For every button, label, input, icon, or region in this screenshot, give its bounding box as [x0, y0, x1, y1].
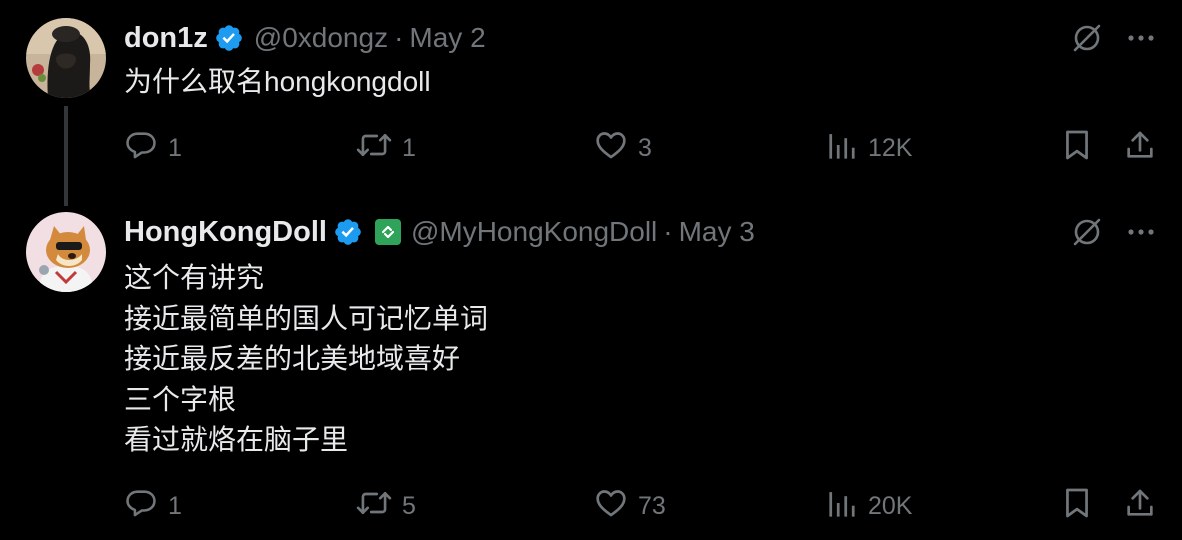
like-icon [594, 486, 628, 527]
share-icon [1124, 128, 1156, 169]
reply-button[interactable]: 1 [124, 486, 182, 526]
retweet-icon [356, 486, 392, 527]
separator: · [394, 22, 404, 53]
avatar[interactable] [26, 18, 106, 98]
more-icon[interactable] [1126, 217, 1156, 247]
affiliate-badge-icon[interactable] [374, 219, 401, 245]
tweet-text-line: 看过就烙在脑子里 [124, 424, 349, 455]
like-button[interactable]: 73 [594, 486, 666, 526]
separator: · [663, 216, 673, 247]
bookmark-button[interactable] [1062, 486, 1092, 526]
bookmark-icon [1062, 128, 1092, 169]
tweet-text-line: 三个字根 [124, 383, 237, 415]
retweet-count: 1 [402, 133, 416, 162]
bookmark-icon [1062, 486, 1092, 527]
views-icon [828, 128, 858, 169]
avatar[interactable] [26, 212, 106, 292]
grok-icon[interactable] [1070, 21, 1104, 55]
reply-count: 1 [168, 133, 182, 162]
tweet-date[interactable]: May 3 [679, 216, 755, 248]
tweet-date[interactable]: May 2 [409, 22, 485, 54]
retweet-button[interactable]: 1 [356, 128, 416, 168]
tweet-header: don1z @0xdongz · May 2 [124, 18, 486, 58]
more-icon[interactable] [1126, 23, 1156, 53]
share-button[interactable] [1124, 486, 1156, 526]
share-icon [1124, 486, 1156, 527]
tweet-text-line: 为什么取名hongkongdoll [124, 66, 431, 97]
author-handle[interactable]: @MyHongKongDoll [411, 216, 657, 248]
views-button[interactable]: 12K [828, 128, 912, 168]
tweet-2[interactable]: HongKongDoll @MyHongKongDoll · May 3 这个有… [0, 196, 1182, 540]
retweet-icon [356, 128, 392, 169]
like-icon [594, 128, 628, 169]
author-name[interactable]: don1z [124, 22, 208, 55]
author-handle[interactable]: @0xdongz [254, 22, 388, 54]
share-button[interactable] [1124, 128, 1156, 168]
action-bar: 1 5 73 20K [124, 486, 1156, 526]
tweet-text-line: 这个有讲究 [124, 262, 265, 293]
retweet-count: 5 [402, 491, 416, 520]
verified-badge-icon[interactable] [333, 217, 363, 247]
tweet-header: HongKongDoll @MyHongKongDoll · May 3 [124, 212, 755, 252]
tweet-text-line: 接近最反差的北美地域喜好 [124, 343, 461, 374]
tweet-text-line: 接近最简单的国人可记忆单词 [124, 302, 489, 334]
like-count: 3 [638, 133, 652, 162]
like-button[interactable]: 3 [594, 128, 652, 168]
verified-badge-icon[interactable] [214, 23, 244, 53]
reply-button[interactable]: 1 [124, 128, 182, 168]
bookmark-button[interactable] [1062, 128, 1092, 168]
author-name[interactable]: HongKongDoll [124, 216, 327, 249]
tweet-text: 为什么取名hongkongdoll [124, 62, 431, 103]
views-icon [828, 486, 858, 527]
reply-icon [124, 486, 158, 527]
reply-count: 1 [168, 491, 182, 520]
tweet-text: 这个有讲究 接近最简单的国人可记忆单词 接近最反差的北美地域喜好 三个字根 看过… [124, 258, 488, 461]
views-count: 12K [868, 133, 913, 162]
like-count: 73 [638, 491, 666, 520]
views-button[interactable]: 20K [828, 486, 912, 526]
thread-line [64, 106, 68, 206]
tweet-1[interactable]: don1z @0xdongz · May 2 为什么取名hongkongdoll [0, 0, 1182, 206]
views-count: 20K [868, 491, 913, 520]
grok-icon[interactable] [1070, 215, 1104, 249]
top-actions [1070, 212, 1156, 252]
reply-icon [124, 128, 158, 169]
action-bar: 1 1 3 12K [124, 128, 1156, 168]
retweet-button[interactable]: 5 [356, 486, 416, 526]
top-actions [1070, 18, 1156, 58]
